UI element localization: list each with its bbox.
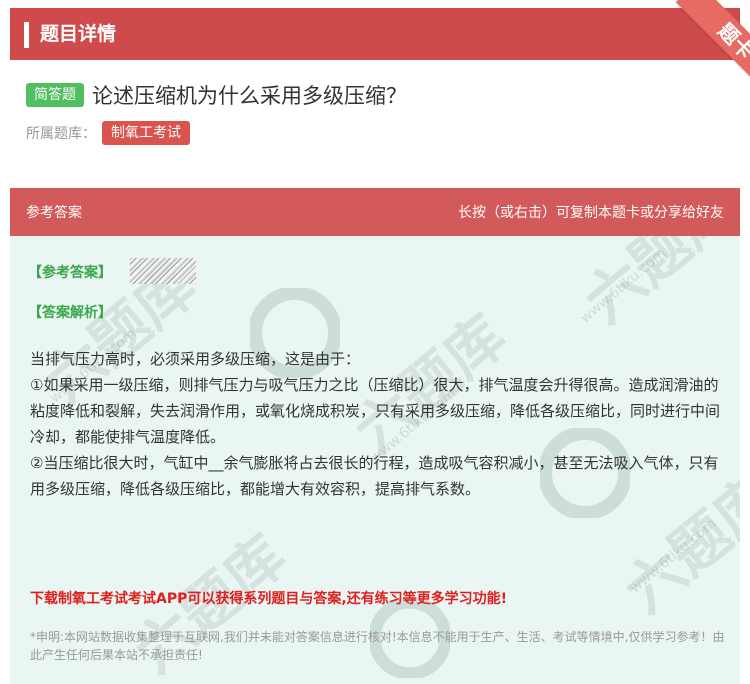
- page-title: 题目详情: [40, 23, 117, 45]
- header-accent-bar: [24, 22, 29, 48]
- watermark-url: www.6tiku.com: [627, 515, 720, 597]
- analysis-paragraph: ②当压缩比很大时，气缸中__余气膨胀将占去很长的行程，造成吸气容积减小，甚至无法…: [30, 454, 719, 498]
- question-bank-label: 所属题库：: [26, 126, 96, 142]
- analysis-paragraph: ①如果采用一级压缩，则排气压力与吸气压力之比（压缩比）很大，排气温度会升得很高。…: [30, 376, 721, 446]
- disclaimer-text: *申明:本网站数据收集整理于互联网,我们并未能对答案信息进行核对!本信息不能用于…: [30, 630, 725, 662]
- answer-panel[interactable]: 六题库 六题库 六题库 六题库 六题库 www.6tiku.com www.6t…: [10, 188, 740, 684]
- analysis-tag: 【答案解析】: [28, 305, 112, 321]
- page-header: 题目详情: [10, 8, 740, 60]
- corner-ribbon-label: 题卡: [675, 0, 750, 96]
- answer-tag: 【参考答案】: [28, 265, 112, 281]
- answer-panel-title: 参考答案: [26, 205, 82, 221]
- question-bank-tag[interactable]: 制氧工考试: [102, 121, 190, 145]
- question-text: 论述压缩机为什么采用多级压缩？: [92, 84, 407, 108]
- answer-image: [130, 258, 196, 284]
- app-download-promo[interactable]: 下载制氧工考试考试APP可以获得系列题目与答案,还有练习等更多学习功能!: [30, 588, 507, 608]
- question-row: 简答题 论述压缩机为什么采用多级压缩？: [26, 80, 407, 110]
- copy-share-hint: 长按（或右击）可复制本题卡或分享给好友: [458, 205, 724, 221]
- corner-ribbon: 题卡: [654, 0, 750, 96]
- answer-panel-header: 参考答案 长按（或右击）可复制本题卡或分享给好友: [10, 188, 740, 236]
- analysis-paragraph: 当排气压力高时，必须采用多级压缩，这是由于：: [30, 350, 361, 368]
- analysis-body: 当排气压力高时，必须采用多级压缩，这是由于： ①如果采用一级压缩，则排气压力与吸…: [30, 346, 730, 502]
- watermark-url: www.6tiku.com: [577, 245, 670, 327]
- question-bank-row: 所属题库： 制氧工考试: [26, 120, 190, 146]
- question-type-badge: 简答题: [26, 83, 84, 107]
